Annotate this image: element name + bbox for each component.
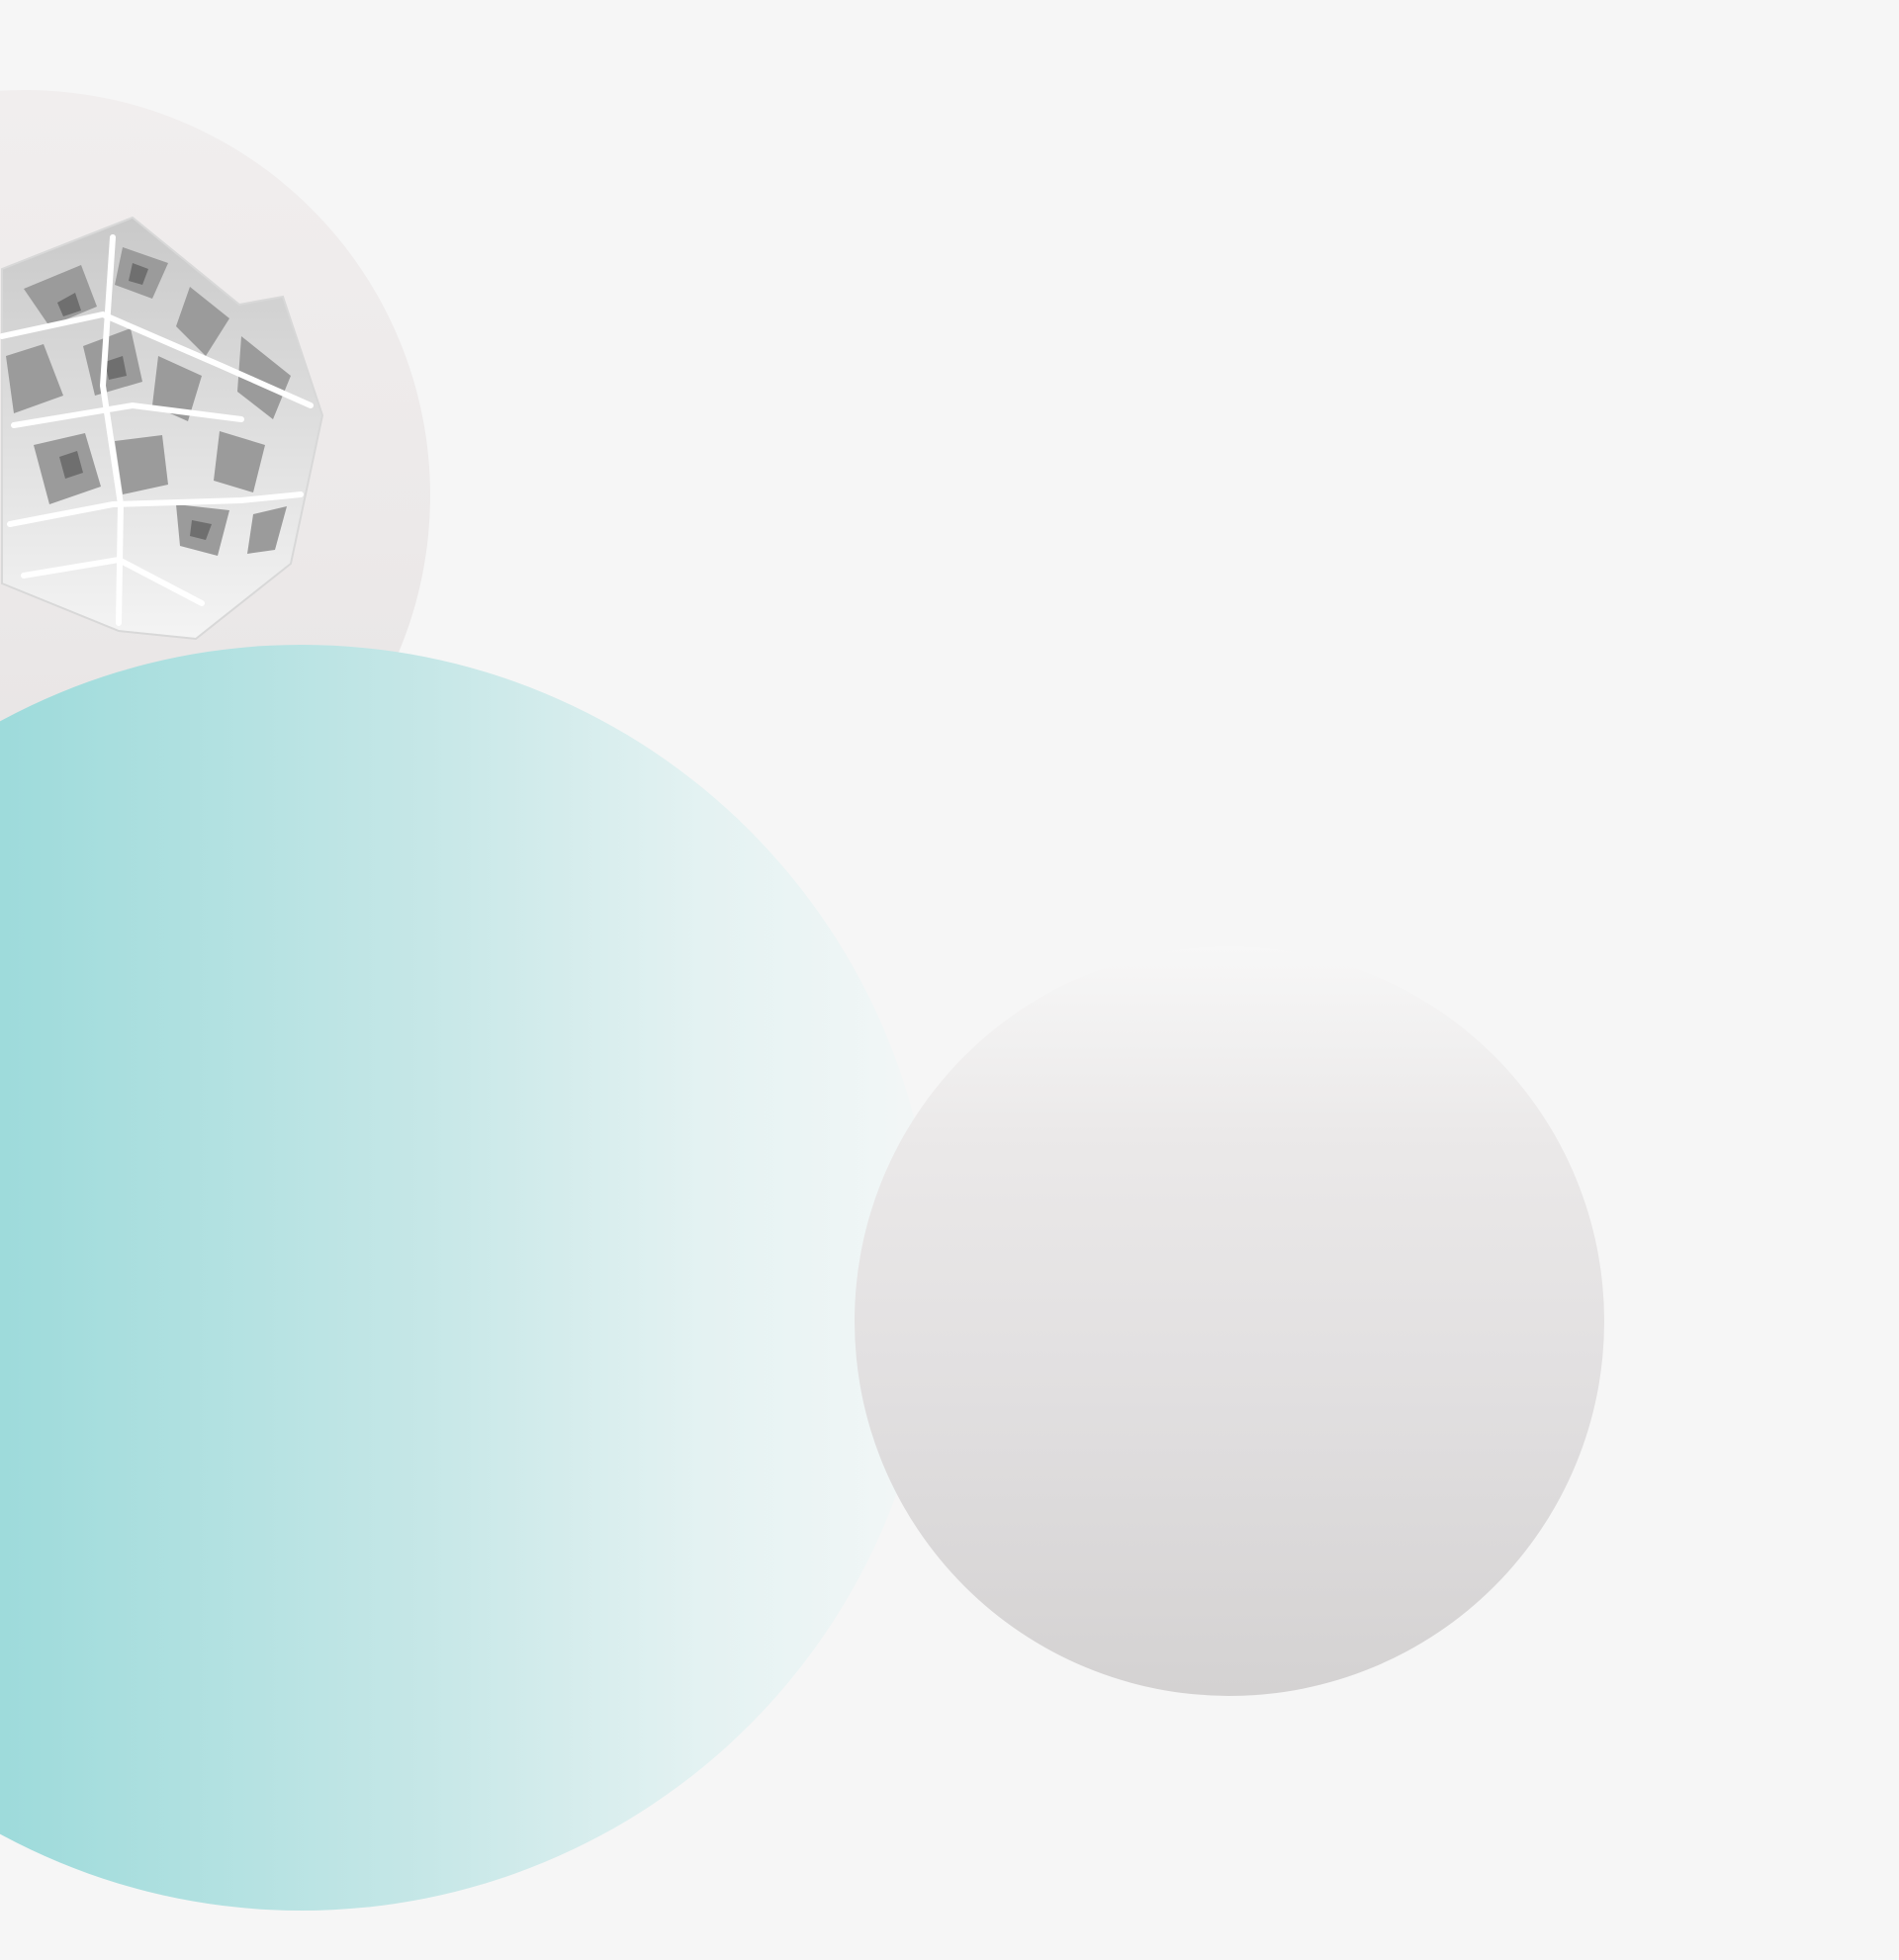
grey-gradient-disc — [855, 946, 1604, 1696]
teal-gradient-disc — [0, 645, 935, 1911]
decorative-background — [0, 0, 1899, 1960]
lattice-polyhedron-image — [0, 216, 324, 641]
